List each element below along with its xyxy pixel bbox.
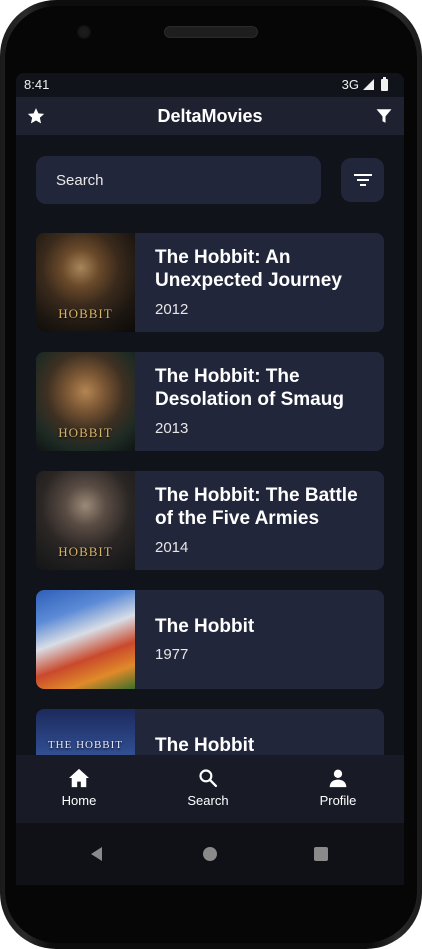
movie-title: The Hobbit: An Unexpected Journey (155, 247, 342, 291)
earpiece-speaker (164, 26, 258, 38)
recents-square-icon[interactable] (306, 839, 336, 869)
search-row (36, 156, 384, 204)
signal-icon (363, 79, 374, 90)
nav-home-label: Home (61, 793, 97, 808)
poster-logo: HOBBIT (58, 306, 113, 321)
status-time: 8:41 (24, 77, 50, 92)
movie-poster (36, 590, 135, 689)
poster-logo: HOBBIT (58, 544, 113, 559)
movie-year: 2013 (155, 420, 189, 437)
movie-title: The Hobbit (155, 735, 255, 756)
battery-icon (381, 76, 388, 91)
search-input[interactable] (36, 156, 321, 204)
nav-home[interactable]: Home (24, 755, 134, 823)
back-icon[interactable] (82, 839, 112, 869)
movie-poster: HOBBIT (36, 352, 135, 451)
phone-frame: 8:41 3G DeltaMovies Search HOBBIT The Ho… (0, 0, 422, 949)
poster-logo: THE HOBBIT (47, 739, 124, 751)
filter-icon[interactable] (368, 101, 400, 131)
movie-card[interactable]: HOBBIT The Hobbit: The Battle of the Fiv… (36, 471, 384, 570)
sort-lines-icon[interactable] (341, 158, 384, 202)
app-bar: DeltaMovies (16, 97, 404, 135)
movie-title: The Hobbit (155, 616, 255, 637)
app-screen: 8:41 3G DeltaMovies Search HOBBIT The Ho… (16, 73, 404, 885)
movie-title: The Hobbit: The Battle of the Five Armie… (155, 485, 358, 529)
movie-year: 2014 (155, 539, 189, 556)
network-type: 3G (341, 77, 359, 92)
home-icon (69, 768, 89, 788)
nav-profile-label: Profile (319, 793, 357, 808)
movie-poster: HOBBIT (36, 471, 135, 570)
movie-card[interactable]: The Hobbit 1977 (36, 590, 384, 689)
nav-search-label: Search (187, 793, 229, 808)
status-indicators: 3G (341, 76, 388, 92)
search-icon (199, 769, 218, 788)
nav-search[interactable]: Search (153, 755, 263, 823)
status-bar: 8:41 3G (16, 73, 404, 97)
front-camera (77, 25, 91, 39)
movie-poster: HOBBIT (36, 233, 135, 332)
bottom-navigation: Home Search Profile (16, 755, 404, 823)
movie-title: The Hobbit: The Desolation of Smaug (155, 366, 344, 410)
movie-card[interactable]: HOBBIT The Hobbit: An Unexpected Journey… (36, 233, 384, 332)
movie-year: 2012 (155, 301, 189, 318)
nav-profile[interactable]: Profile (283, 755, 393, 823)
app-title: DeltaMovies (157, 106, 263, 126)
home-circle-icon[interactable] (195, 839, 225, 869)
movie-card[interactable]: HOBBIT The Hobbit: The Desolation of Sma… (36, 352, 384, 451)
poster-logo: HOBBIT (58, 425, 113, 440)
person-icon (329, 769, 347, 788)
movie-year: 1977 (155, 646, 189, 663)
system-navigation-bar (16, 823, 404, 885)
